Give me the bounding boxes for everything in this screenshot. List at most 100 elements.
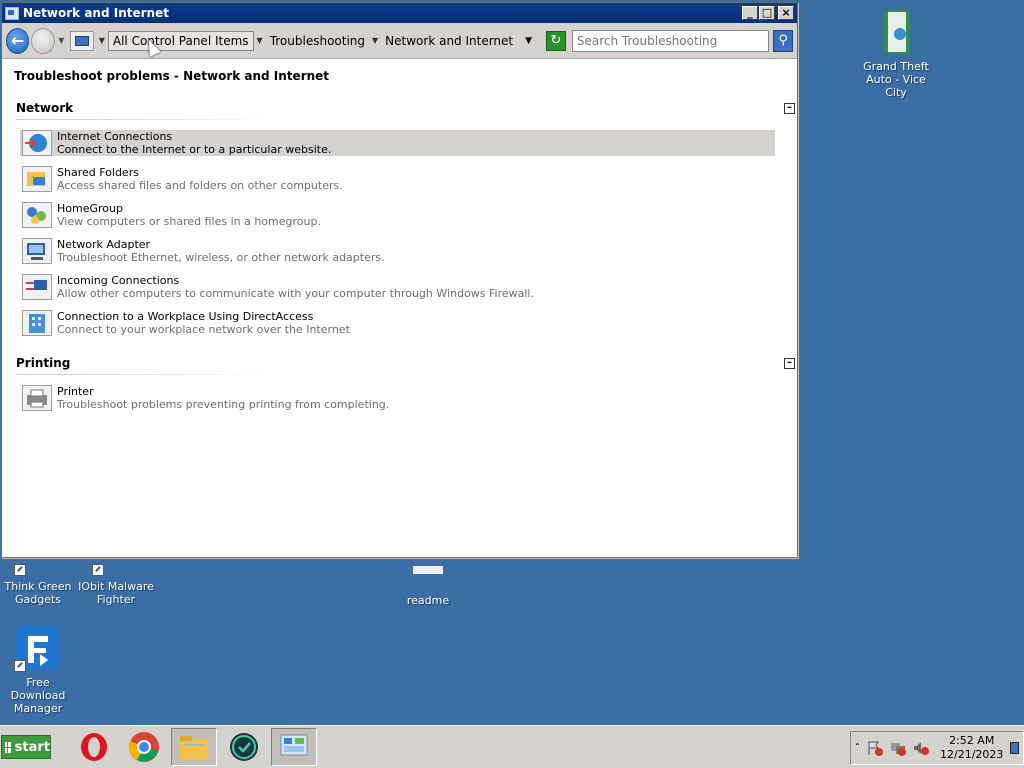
forward-button[interactable]: → <box>31 27 55 54</box>
item-title: Printer <box>57 385 94 398</box>
desktop-icon-label: Grand Theft Auto - Vice City <box>863 60 929 99</box>
group-title: Network <box>16 101 74 115</box>
item-shared-folders[interactable]: Shared Folders Access shared files and f… <box>20 166 775 192</box>
search-input[interactable] <box>571 29 770 52</box>
back-button[interactable]: ← <box>6 27 30 54</box>
item-title: Shared Folders <box>57 166 139 179</box>
refresh-button[interactable]: ↻ <box>546 30 566 51</box>
folder-icon <box>180 736 208 759</box>
breadcrumb-network-and-internet[interactable]: Network and Internet <box>381 31 517 51</box>
item-incoming-connections[interactable]: Incoming Connections Allow other compute… <box>20 274 775 300</box>
chrome-icon <box>128 732 159 762</box>
address-dropdown-icon[interactable]: ▼ <box>517 36 540 46</box>
title-bar[interactable]: Network and Internet _ □ × <box>2 3 797 23</box>
item-title: Network Adapter <box>57 238 151 251</box>
item-description: Access shared files and folders on other… <box>57 179 343 192</box>
divider <box>16 119 272 120</box>
desktop-icon-think-green[interactable]: Think Green Gadgets <box>0 552 78 606</box>
item-description: Troubleshoot Ethernet, wireless, or othe… <box>57 251 385 264</box>
search-button[interactable]: ⚲ <box>773 29 793 52</box>
desktop-icon-fdm[interactable]: Free Download Manager <box>0 624 78 715</box>
item-description: Connect to the Internet or to a particul… <box>57 143 332 156</box>
clock[interactable]: 2:52 AM 12/21/2023 <box>940 734 1003 762</box>
collapse-group-button[interactable]: – <box>784 102 795 114</box>
start-label: start <box>14 739 50 755</box>
incoming-connections-icon <box>22 274 52 300</box>
item-directaccess[interactable]: Connection to a Workplace Using DirectAc… <box>20 310 775 336</box>
item-internet-connections[interactable]: Internet Connections Connect to the Inte… <box>20 130 775 156</box>
network-status-icon[interactable] <box>890 740 906 756</box>
desktop-icon-readme[interactable]: readme <box>388 552 468 607</box>
main-content: Troubleshoot problems - Network and Inte… <box>2 59 797 557</box>
taskbar-opera[interactable] <box>71 728 117 766</box>
desktop-icon-label: IObit Malware Fighter <box>78 580 154 606</box>
group-title: Printing <box>16 356 71 370</box>
item-description: Connect to your workplace network over t… <box>57 323 350 336</box>
windows-flag-icon <box>5 741 11 753</box>
workplace-icon <box>22 310 52 336</box>
item-title: Incoming Connections <box>57 274 180 287</box>
taskbar-iobit[interactable] <box>221 728 267 766</box>
item-homegroup[interactable]: HomeGroup View computers or shared files… <box>20 202 775 228</box>
desktop-icon-label: Think Green Gadgets <box>4 580 72 606</box>
network-adapter-icon <box>22 238 52 264</box>
globe-network-icon <box>22 130 52 156</box>
chevron-down-icon[interactable]: ▼ <box>96 36 108 45</box>
control-panel-window: Network and Internet _ □ × ← → ▼ ▼ All C… <box>1 2 798 558</box>
item-description: Troubleshoot problems preventing printin… <box>57 398 390 411</box>
breadcrumb-all-control-panel-items[interactable]: All Control Panel Items <box>107 30 254 51</box>
collapse-group-button[interactable]: – <box>784 357 795 369</box>
refresh-icon: ↻ <box>550 33 562 48</box>
item-title: Internet Connections <box>57 130 173 143</box>
recent-pages-dropdown[interactable]: ▼ <box>57 36 66 45</box>
volume-muted-icon[interactable] <box>913 740 929 756</box>
arrow-left-icon: ← <box>11 31 25 50</box>
document-icon <box>404 566 452 590</box>
taskbar-chrome[interactable] <box>121 728 167 766</box>
shared-folder-icon <box>22 166 52 192</box>
divider <box>16 374 272 375</box>
opera-icon <box>81 733 107 761</box>
clock-date: 12/21/2023 <box>940 748 1004 761</box>
minimize-button[interactable]: _ <box>742 6 758 20</box>
folder-icon <box>872 8 920 56</box>
homegroup-icon <box>22 202 52 228</box>
system-tray: ˆ 2:52 AM 12/21/2023 <box>850 731 1024 765</box>
item-description: View computers or shared files in a home… <box>57 215 321 228</box>
item-network-adapter[interactable]: Network Adapter Troubleshoot Ethernet, w… <box>20 238 775 264</box>
desktop-icon-gta[interactable]: Grand Theft Auto - Vice City <box>856 8 936 99</box>
taskbar-control-panel[interactable] <box>271 728 317 766</box>
control-panel-icon <box>5 6 19 20</box>
address-bar[interactable]: ▼ All Control Panel Items ▼ Troubleshoot… <box>69 29 541 52</box>
clock-time: 2:52 AM <box>949 734 995 747</box>
control-panel-icon <box>69 30 94 51</box>
chevron-down-icon[interactable]: ▼ <box>369 36 381 45</box>
item-description: Allow other computers to communicate wit… <box>57 287 534 300</box>
item-title: Connection to a Workplace Using DirectAc… <box>57 310 314 323</box>
desktop-icon-label: readme <box>406 594 450 607</box>
item-title: HomeGroup <box>57 202 123 215</box>
search-icon: ⚲ <box>778 33 788 48</box>
start-button[interactable]: start <box>1 735 51 759</box>
taskbar-explorer[interactable] <box>171 728 217 766</box>
item-printer[interactable]: Printer Troubleshoot problems preventing… <box>20 385 775 411</box>
shield-icon <box>230 733 258 761</box>
show-desktop-icon[interactable] <box>1010 742 1019 754</box>
maximize-button[interactable]: □ <box>759 6 775 20</box>
download-manager-icon <box>14 624 62 672</box>
navigation-toolbar: ← → ▼ ▼ All Control Panel Items ▼ Troubl… <box>2 23 797 59</box>
group-header-network: Network – <box>14 101 795 115</box>
taskbar: start ˆ 2:52 AM 12/21/2023 <box>0 725 1024 768</box>
arrow-right-icon: → <box>36 31 50 50</box>
desktop-icon-iobit[interactable]: IObit Malware Fighter <box>76 552 156 606</box>
close-button[interactable]: × <box>778 6 794 20</box>
breadcrumb-troubleshooting[interactable]: Troubleshooting <box>266 31 369 51</box>
show-hidden-icons-button[interactable]: ˆ <box>855 743 860 754</box>
page-title: Troubleshoot problems - Network and Inte… <box>14 69 330 83</box>
printer-icon <box>22 385 52 411</box>
action-center-flag-icon[interactable] <box>867 740 883 756</box>
chevron-down-icon[interactable]: ▼ <box>254 36 266 45</box>
group-header-printing: Printing – <box>14 356 795 370</box>
control-panel-icon <box>280 734 308 756</box>
desktop-icon-label: Free Download Manager <box>10 676 66 715</box>
